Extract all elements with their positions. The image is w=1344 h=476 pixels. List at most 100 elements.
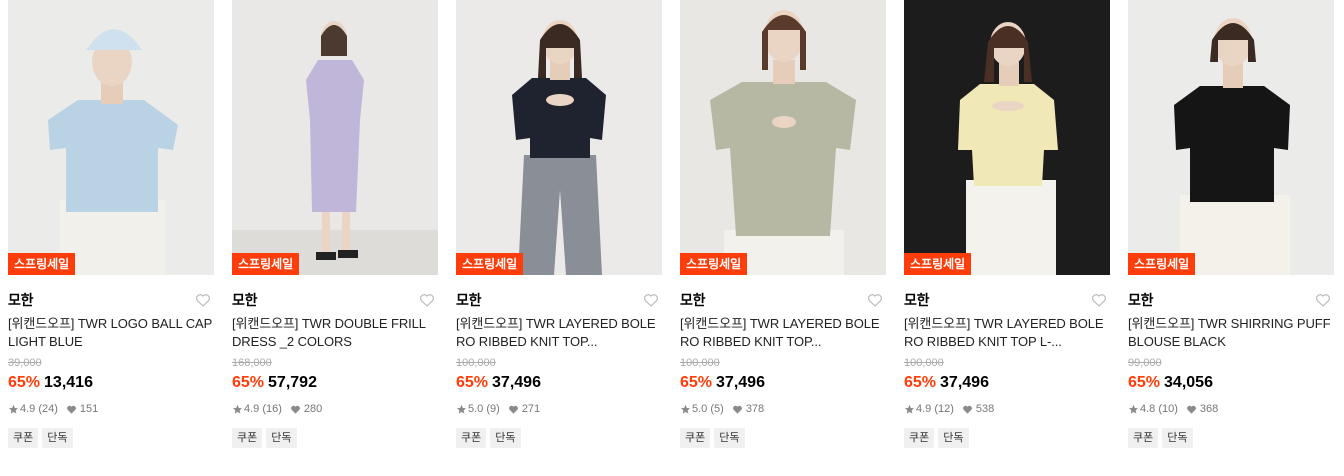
sale-badge: 스프링세일 <box>456 253 524 275</box>
product-title[interactable]: [위캔드오프] TWR SHIRRING PUFF BLOUSE BLACK <box>1128 315 1334 351</box>
original-price: 39,000 <box>8 357 42 369</box>
product-image[interactable]: 스프링세일 <box>1128 0 1334 275</box>
discount-rate: 65% <box>904 374 937 391</box>
like-count: 368 <box>1199 403 1219 415</box>
product-title[interactable]: [위캔드오프] TWR LOGO BALL CAP LIGHT BLUE <box>8 315 214 351</box>
like-count: 378 <box>745 403 765 415</box>
coupon-tag: 쿠폰 <box>8 428 39 448</box>
exclusive-tag: 단독 <box>938 428 969 448</box>
wishlist-heart-icon[interactable] <box>866 291 884 309</box>
coupon-tag: 쿠폰 <box>232 428 263 448</box>
coupon-tag: 쿠폰 <box>680 428 711 448</box>
brand-name[interactable]: 모한 <box>1128 288 1334 312</box>
review-meta: 4.9 (24) 151 <box>8 402 214 416</box>
product-card[interactable]: 스프링세일 모한 [위캔드오프] TWR SHIRRING PUFF BLOUS… <box>1128 0 1334 476</box>
coupon-tag: 쿠폰 <box>1128 428 1159 448</box>
tag-list: 쿠폰 단독 <box>1128 428 1334 448</box>
product-image[interactable]: 스프링세일 <box>456 0 662 275</box>
review-count: (10) <box>1158 403 1178 415</box>
like-count: 151 <box>79 403 99 415</box>
sale-price: 37,496 <box>940 374 989 391</box>
sale-price: 34,056 <box>1164 374 1213 391</box>
star-icon <box>680 404 691 414</box>
original-price: 99,000 <box>1128 357 1162 369</box>
discount-rate: 65% <box>8 374 41 391</box>
review-meta: 5.0 (9) 271 <box>456 402 662 416</box>
price-row: 65% 37,496 <box>456 372 662 394</box>
product-photo <box>904 0 1110 275</box>
product-photo <box>680 0 886 275</box>
heart-filled-icon <box>1187 405 1196 414</box>
star-icon <box>904 404 915 414</box>
product-title[interactable]: [위캔드오프] TWR DOUBLE FRILL DRESS _2 COLORS <box>232 315 438 351</box>
sale-badge: 스프링세일 <box>8 253 76 275</box>
rating: 5.0 <box>468 403 484 415</box>
sale-badge: 스프링세일 <box>232 253 300 275</box>
sale-price: 37,496 <box>492 374 541 391</box>
product-card[interactable]: 스프링세일 모한 [위캔드오프] TWR LAYERED BOLERO RIBB… <box>680 0 886 476</box>
original-price: 100,000 <box>456 357 496 369</box>
star-icon <box>8 404 19 414</box>
product-photo <box>456 0 662 275</box>
product-card[interactable]: 스프링세일 모한 [위캔드오프] TWR LOGO BALL CAP LIGHT… <box>8 0 214 476</box>
price-row: 65% 37,496 <box>680 372 886 394</box>
product-grid: 스프링세일 모한 [위캔드오프] TWR LOGO BALL CAP LIGHT… <box>0 0 1344 476</box>
tag-list: 쿠폰 단독 <box>680 428 886 448</box>
price-row: 65% 37,496 <box>904 372 1110 394</box>
rating: 4.9 <box>916 403 932 415</box>
brand-name[interactable]: 모한 <box>904 288 1110 312</box>
sale-badge: 스프링세일 <box>904 253 972 275</box>
heart-filled-icon <box>508 405 518 414</box>
star-icon <box>456 404 467 414</box>
product-card[interactable]: 스프링세일 모한 [위캔드오프] TWR LAYERED BOLERO RIBB… <box>456 0 662 476</box>
product-image[interactable]: 스프링세일 <box>904 0 1110 275</box>
tag-list: 쿠폰 단독 <box>456 428 662 448</box>
brand-name[interactable]: 모한 <box>456 288 662 312</box>
star-icon <box>232 404 243 414</box>
exclusive-tag: 단독 <box>490 428 521 448</box>
exclusive-tag: 단독 <box>266 428 297 448</box>
original-price: 168,000 <box>232 357 272 369</box>
rating: 4.9 <box>20 403 36 415</box>
brand-name[interactable]: 모한 <box>232 288 438 312</box>
like-count: 280 <box>303 403 323 415</box>
tag-list: 쿠폰 단독 <box>904 428 1110 448</box>
rating: 5.0 <box>692 403 708 415</box>
review-meta: 4.9 (12) 538 <box>904 402 1110 416</box>
discount-rate: 65% <box>680 374 713 391</box>
product-card[interactable]: 스프링세일 모한 [위캔드오프] TWR DOUBLE FRILL DRESS … <box>232 0 438 476</box>
wishlist-heart-icon[interactable] <box>642 291 660 309</box>
sale-badge: 스프링세일 <box>680 253 748 275</box>
original-price: 100,000 <box>680 357 720 369</box>
brand-name[interactable]: 모한 <box>680 288 886 312</box>
product-photo <box>232 0 438 275</box>
like-count: 271 <box>521 403 541 415</box>
heart-filled-icon <box>67 405 76 414</box>
heart-filled-icon <box>291 405 300 414</box>
product-image[interactable]: 스프링세일 <box>680 0 886 275</box>
wishlist-heart-icon[interactable] <box>194 291 212 309</box>
brand-name[interactable]: 모한 <box>8 288 214 312</box>
sale-price: 13,416 <box>44 374 93 391</box>
price-row: 65% 57,792 <box>232 372 438 394</box>
tag-list: 쿠폰 단독 <box>8 428 214 448</box>
product-title[interactable]: [위캔드오프] TWR LAYERED BOLERO RIBBED KNIT T… <box>904 315 1110 351</box>
product-card[interactable]: 스프링세일 모한 [위캔드오프] TWR LAYERED BOLERO RIBB… <box>904 0 1110 476</box>
tag-list: 쿠폰 단독 <box>232 428 438 448</box>
product-title[interactable]: [위캔드오프] TWR LAYERED BOLERO RIBBED KNIT T… <box>680 315 886 351</box>
product-image[interactable]: 스프링세일 <box>232 0 438 275</box>
rating: 4.9 <box>244 403 260 415</box>
review-count: (12) <box>934 403 954 415</box>
heart-filled-icon <box>963 405 972 414</box>
product-title[interactable]: [위캔드오프] TWR LAYERED BOLERO RIBBED KNIT T… <box>456 315 662 351</box>
wishlist-heart-icon[interactable] <box>418 291 436 309</box>
rating: 4.8 <box>1140 403 1156 415</box>
review-meta: 4.8 (10) 368 <box>1128 402 1334 416</box>
product-image[interactable]: 스프링세일 <box>8 0 214 275</box>
review-count: (9) <box>486 403 500 415</box>
sale-price: 37,496 <box>716 374 765 391</box>
wishlist-heart-icon[interactable] <box>1090 291 1108 309</box>
review-count: (16) <box>262 403 282 415</box>
like-count: 538 <box>975 403 995 415</box>
wishlist-heart-icon[interactable] <box>1314 291 1332 309</box>
